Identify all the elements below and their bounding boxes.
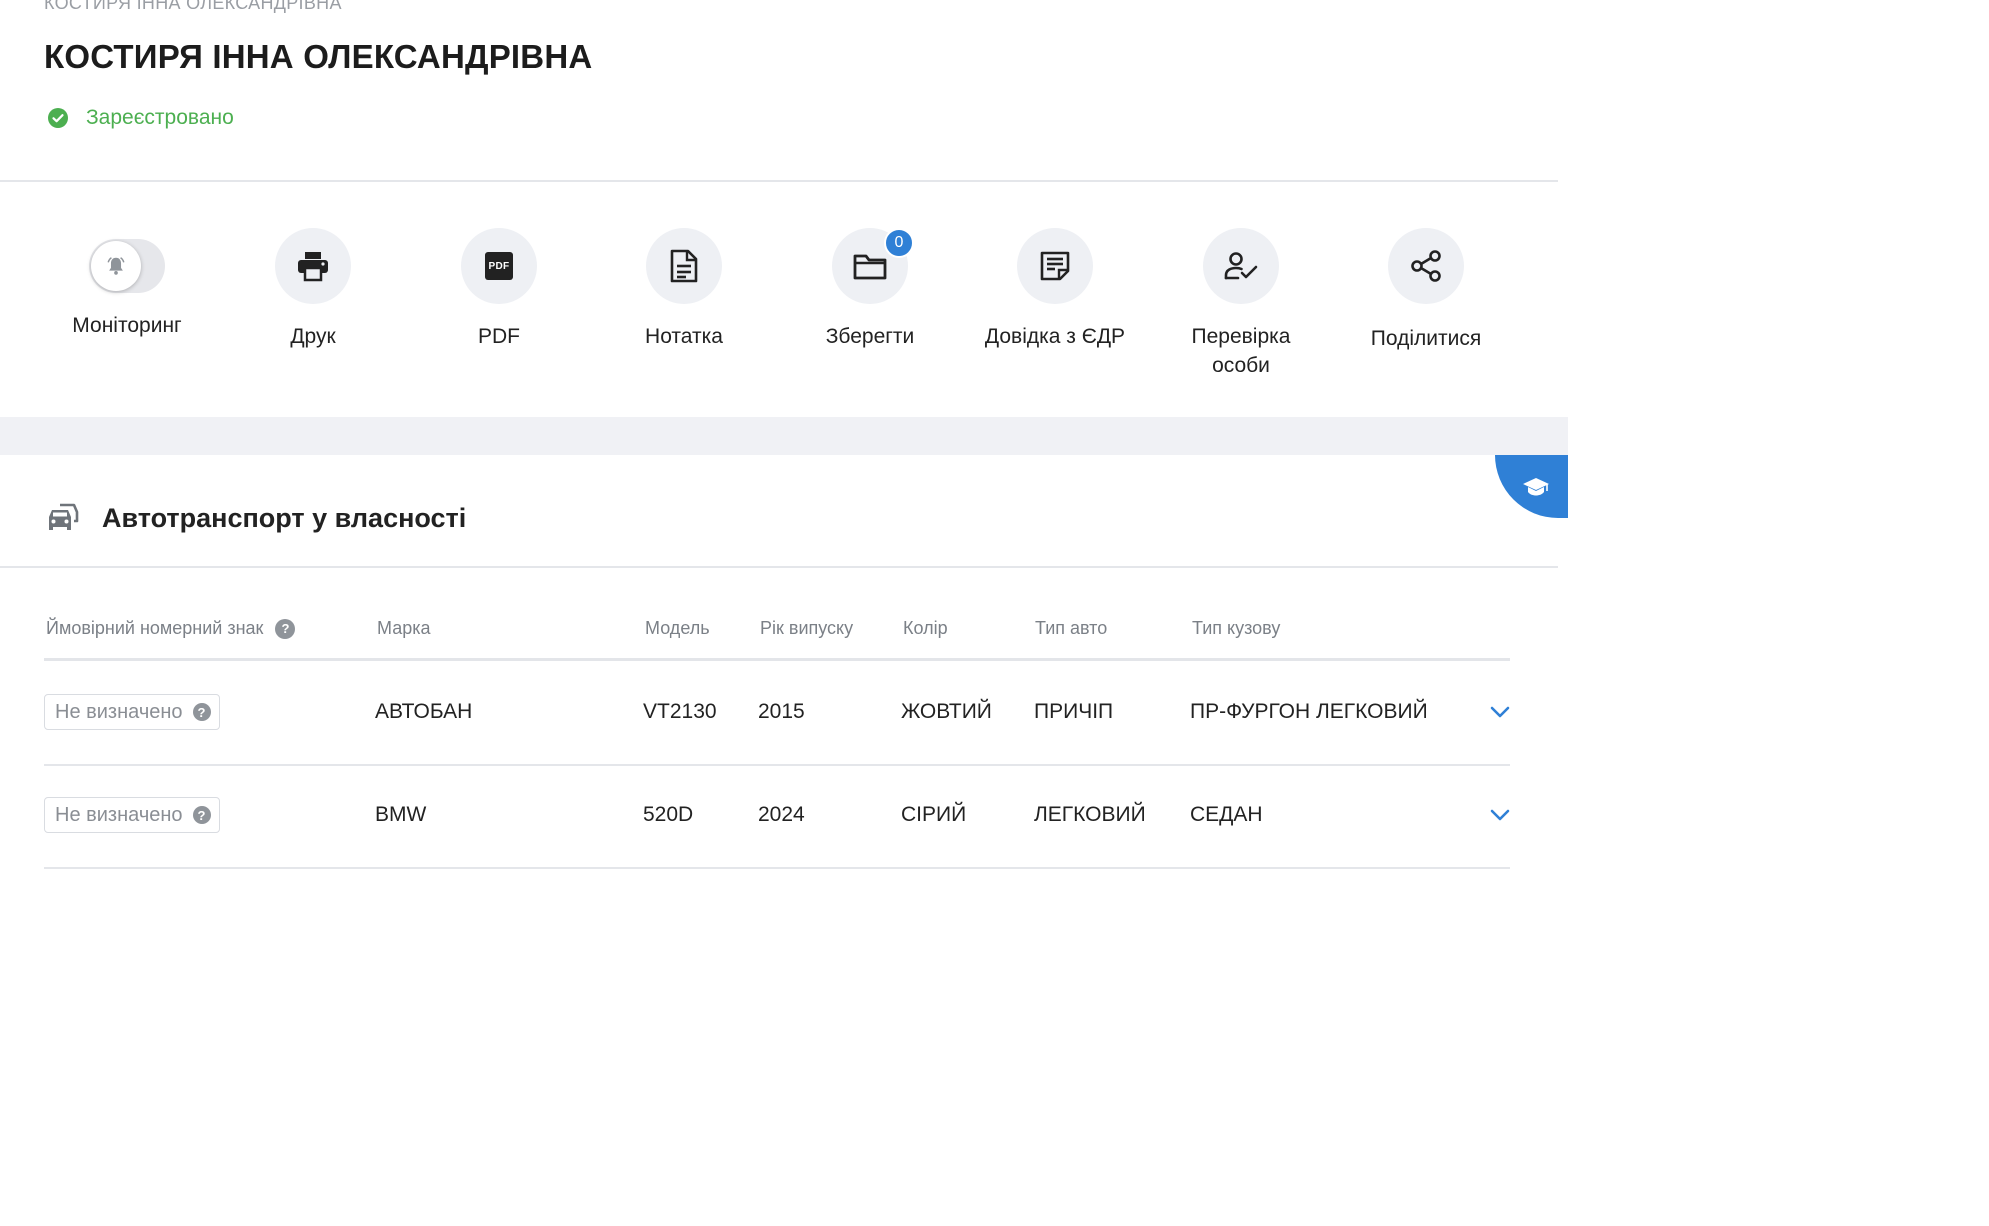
save-action[interactable]: 0 Зберегти <box>785 228 955 351</box>
pdf-icon: PDF <box>485 252 513 280</box>
vehicles-section-header: Автотранспорт у власності <box>0 455 1558 568</box>
color-cell: СІРИЙ <box>901 803 967 826</box>
save-label: Зберегти <box>825 325 915 348</box>
check-circle-icon <box>48 108 68 128</box>
monitoring-toggle[interactable] <box>89 239 165 293</box>
column-header-brand: Марка <box>377 618 431 638</box>
pdf-button[interactable]: PDF <box>461 228 537 304</box>
color-cell: ЖОВТИЙ <box>901 700 992 723</box>
cars-icon <box>49 503 79 530</box>
document-icon <box>1040 251 1070 281</box>
status-badge: Зареєстровано <box>48 106 234 130</box>
column-header-type: Тип авто <box>1035 618 1108 638</box>
type-cell: ПРИЧІП <box>1034 700 1114 723</box>
verify-person-label: Перевірка особи <box>1156 322 1326 380</box>
verify-person-button[interactable] <box>1203 228 1279 304</box>
profile-header: КОСТИРЯ ІННА ОЛЕКСАНДРІВНА КОСТИРЯ ІННА … <box>0 0 1558 182</box>
actions-bar: Моніторинг Друк PDF PDF Нотатка 0 Зберег… <box>0 182 1558 417</box>
column-header-plate-label: Ймовірний номерний знак <box>46 618 264 638</box>
edr-button[interactable] <box>1017 228 1093 304</box>
note-label: Нотатка <box>645 325 723 348</box>
table-row[interactable]: Не визначено ? BMW 520D 2024 СІРИЙ ЛЕГКО… <box>44 765 1510 869</box>
printer-icon <box>298 252 328 282</box>
plate-value: Не визначено <box>55 700 183 723</box>
verify-person-label-line1: Перевірка <box>1191 325 1291 348</box>
column-header-year: Рік випуску <box>760 618 854 638</box>
column-header-model: Модель <box>645 618 710 638</box>
pdf-label: PDF <box>478 325 520 348</box>
user-check-icon <box>1224 252 1258 280</box>
note-action[interactable]: Нотатка <box>599 228 769 351</box>
plate-field: Не визначено ? <box>44 694 220 730</box>
toggle-knob <box>91 241 141 291</box>
expand-row-button[interactable] <box>1490 662 1510 762</box>
year-cell: 2024 <box>758 803 805 826</box>
share-action[interactable]: Поділитися <box>1341 228 1511 353</box>
help-icon[interactable]: ? <box>275 618 296 639</box>
folder-icon <box>853 254 887 280</box>
help-icon[interactable]: ? <box>192 703 211 721</box>
brand-cell: BMW <box>375 803 427 826</box>
print-label: Друк <box>290 325 336 348</box>
plate-value: Не визначено <box>55 803 183 826</box>
verify-person-label-line2: особи <box>1212 354 1270 377</box>
print-button[interactable] <box>275 228 351 304</box>
chevron-down-icon <box>1490 706 1510 718</box>
save-button[interactable]: 0 <box>832 228 914 304</box>
plate-cell: Не визначено ? <box>44 765 220 865</box>
body-cell: ПР-ФУРГОН ЛЕГКОВИЙ <box>1190 700 1428 723</box>
model-cell: VT2130 <box>643 700 717 723</box>
verify-person-action[interactable]: Перевірка особи <box>1156 228 1326 380</box>
column-header-plate: Ймовірний номерний знак ? <box>46 618 296 639</box>
bell-icon <box>107 257 125 275</box>
column-header-color: Колір <box>903 618 948 638</box>
help-icon[interactable]: ? <box>192 806 211 824</box>
share-icon <box>1411 250 1441 282</box>
section-divider <box>0 417 1568 455</box>
breadcrumb: КОСТИРЯ ІННА ОЛЕКСАНДРІВНА <box>44 0 342 13</box>
page-title: КОСТИРЯ ІННА ОЛЕКСАНДРІВНА <box>44 38 593 75</box>
plate-cell: Не визначено ? <box>44 662 220 762</box>
note-button[interactable] <box>646 228 722 304</box>
body-cell: СЕДАН <box>1190 803 1263 826</box>
edr-label: Довідка з ЄДР <box>984 325 1126 348</box>
type-cell: ЛЕГКОВИЙ <box>1034 803 1146 826</box>
chevron-down-icon <box>1490 809 1510 821</box>
column-header-body: Тип кузову <box>1192 618 1281 638</box>
edr-action[interactable]: Довідка з ЄДР <box>970 228 1140 351</box>
note-icon <box>670 249 698 283</box>
monitoring-label: Моніторинг <box>72 314 182 337</box>
save-count-badge: 0 <box>884 228 914 258</box>
table-header-divider <box>44 658 1510 661</box>
table-row[interactable]: Не визначено ? АВТОБАН VT2130 2015 ЖОВТИ… <box>44 662 1510 766</box>
plate-field: Не визначено ? <box>44 797 220 833</box>
status-text: Зареєстровано <box>86 106 234 129</box>
print-action[interactable]: Друк <box>228 228 398 351</box>
monitoring-action[interactable]: Моніторинг <box>42 228 212 340</box>
expand-row-button[interactable] <box>1490 765 1510 865</box>
vehicles-section-title: Автотранспорт у власності <box>102 503 467 533</box>
brand-cell: АВТОБАН <box>375 700 473 723</box>
year-cell: 2015 <box>758 700 805 723</box>
graduation-cap-icon <box>1522 477 1549 495</box>
vehicles-section: Автотранспорт у власності Ймовірний номе… <box>0 455 1558 966</box>
share-button[interactable] <box>1388 228 1464 304</box>
share-label: Поділитися <box>1370 327 1482 350</box>
pdf-action[interactable]: PDF PDF <box>414 228 584 351</box>
model-cell: 520D <box>643 803 694 826</box>
